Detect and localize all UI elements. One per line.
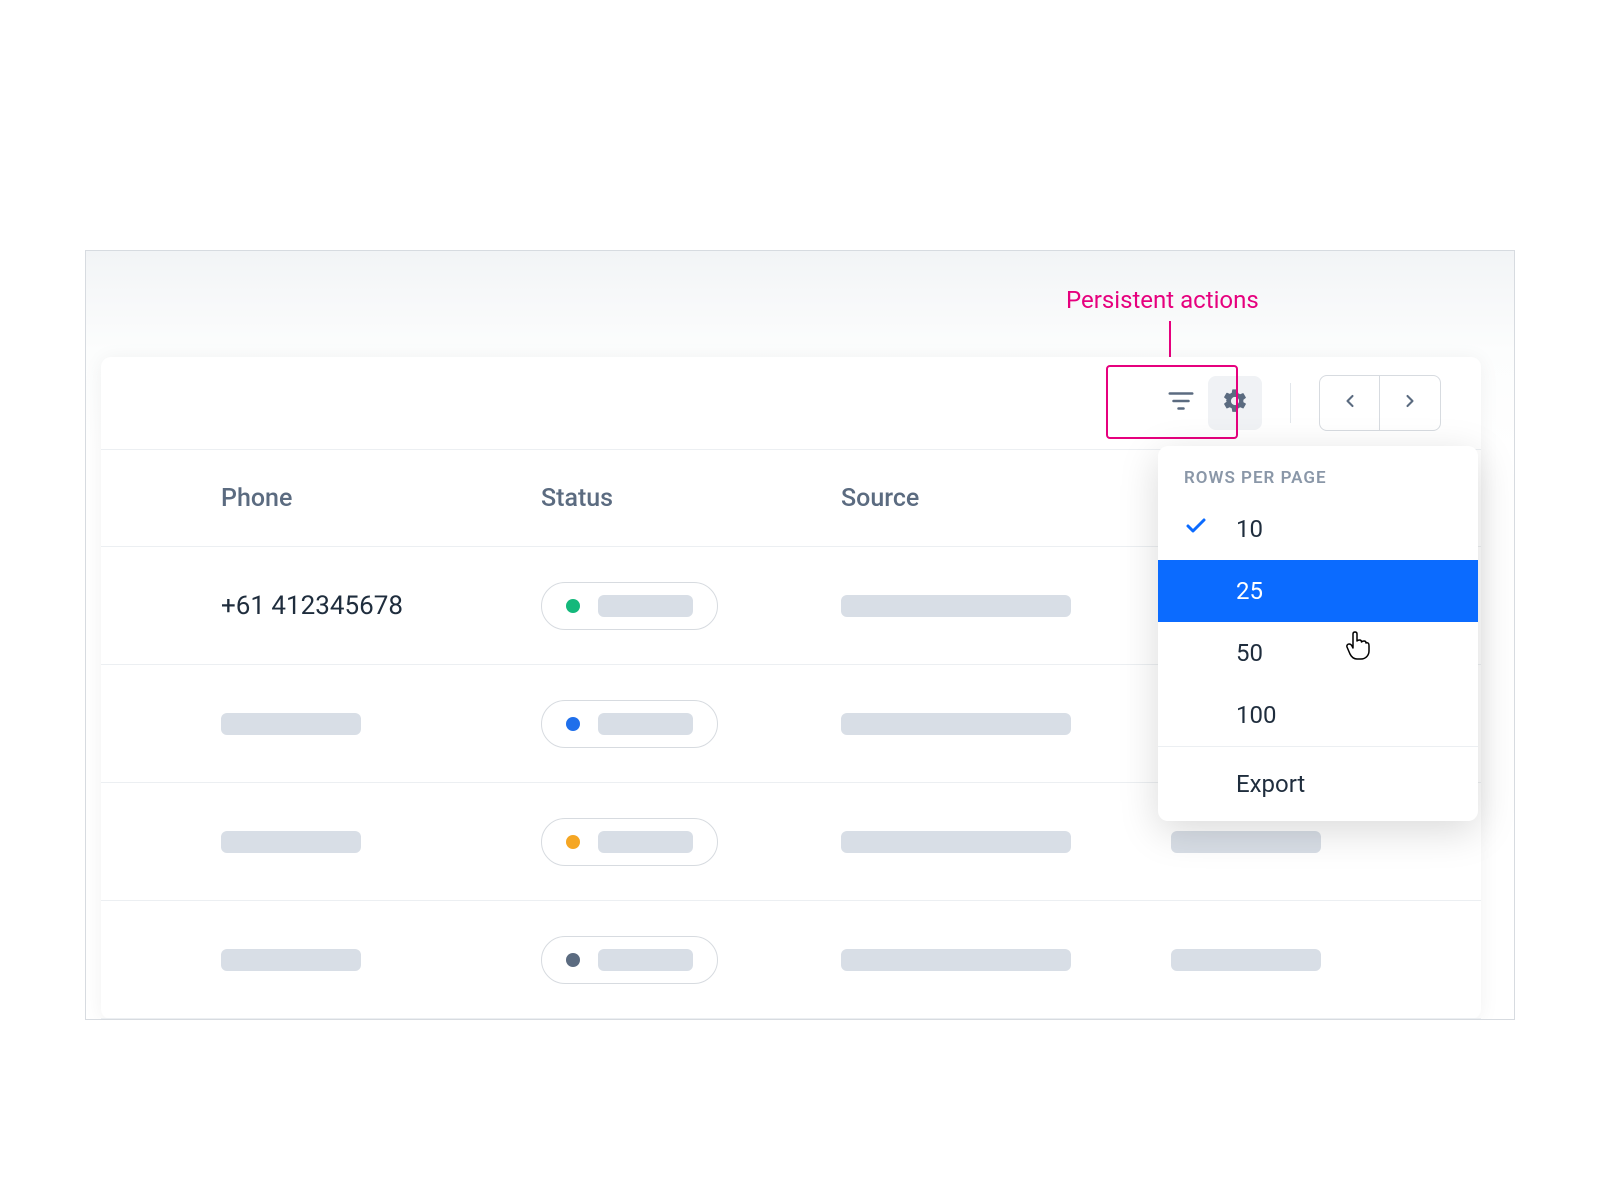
chevron-right-icon: [1400, 391, 1420, 415]
skeleton-text: [221, 831, 361, 853]
skeleton-text: [1171, 831, 1321, 853]
prev-page-button[interactable]: [1320, 376, 1380, 430]
filter-icon: [1166, 386, 1196, 420]
cell-source: [841, 595, 1171, 617]
menu-item-label: 100: [1236, 701, 1276, 729]
status-pill: [541, 700, 718, 748]
export-action[interactable]: Export: [1158, 747, 1478, 821]
chevron-left-icon: [1340, 391, 1360, 415]
menu-item-label: 10: [1236, 515, 1263, 543]
cell-phone: [221, 831, 541, 853]
status-pill: [541, 582, 718, 630]
next-page-button[interactable]: [1380, 376, 1440, 430]
pagination-controls: [1319, 375, 1441, 431]
column-header-status[interactable]: Status: [541, 484, 841, 513]
filter-button[interactable]: [1154, 376, 1208, 430]
skeleton-text: [221, 949, 361, 971]
column-header-source[interactable]: Source: [841, 484, 1171, 513]
status-dot: [566, 835, 580, 849]
cell-status: [541, 818, 841, 866]
skeleton-text: [841, 713, 1071, 735]
cell-source: [841, 949, 1171, 971]
status-skeleton-text: [598, 595, 693, 617]
status-dot: [566, 599, 580, 613]
table-toolbar: [101, 357, 1481, 449]
status-dot: [566, 953, 580, 967]
status-dot: [566, 717, 580, 731]
status-skeleton-text: [598, 949, 693, 971]
cell-status: [541, 582, 841, 630]
menu-section-label: Rows per page: [1158, 446, 1478, 498]
toolbar-divider: [1290, 383, 1291, 423]
table-row[interactable]: [101, 901, 1481, 1019]
cell-source: [841, 831, 1171, 853]
persistent-actions-group: [1154, 376, 1262, 430]
menu-item-label: 25: [1236, 577, 1263, 605]
cell-extra: [1171, 949, 1361, 971]
skeleton-text: [841, 831, 1071, 853]
cell-phone: [221, 949, 541, 971]
example-frame: Persistent actions: [85, 250, 1515, 1020]
cell-phone: [221, 713, 541, 735]
settings-button[interactable]: [1208, 376, 1262, 430]
cell-source: [841, 713, 1171, 735]
skeleton-text: [841, 595, 1071, 617]
cell-extra: [1171, 831, 1361, 853]
cell-phone: +61 412345678: [221, 591, 541, 621]
status-skeleton-text: [598, 831, 693, 853]
column-header-phone[interactable]: Phone: [221, 484, 541, 513]
annotation-label: Persistent actions: [1066, 286, 1259, 314]
settings-menu: Rows per page 10 25 50 100 Export: [1158, 446, 1478, 821]
rows-per-page-option-25[interactable]: 25: [1158, 560, 1478, 622]
skeleton-text: [221, 713, 361, 735]
cell-status: [541, 700, 841, 748]
check-slot: [1184, 514, 1236, 544]
cell-status: [541, 936, 841, 984]
gear-icon: [1221, 387, 1249, 419]
skeleton-text: [1171, 949, 1321, 971]
rows-per-page-option-100[interactable]: 100: [1158, 684, 1478, 746]
check-icon: [1184, 514, 1208, 544]
menu-item-label: Export: [1236, 770, 1305, 798]
status-skeleton-text: [598, 713, 693, 735]
rows-per-page-option-50[interactable]: 50: [1158, 622, 1478, 684]
rows-per-page-option-10[interactable]: 10: [1158, 498, 1478, 560]
menu-item-label: 50: [1236, 639, 1263, 667]
status-pill: [541, 818, 718, 866]
skeleton-text: [841, 949, 1071, 971]
status-pill: [541, 936, 718, 984]
